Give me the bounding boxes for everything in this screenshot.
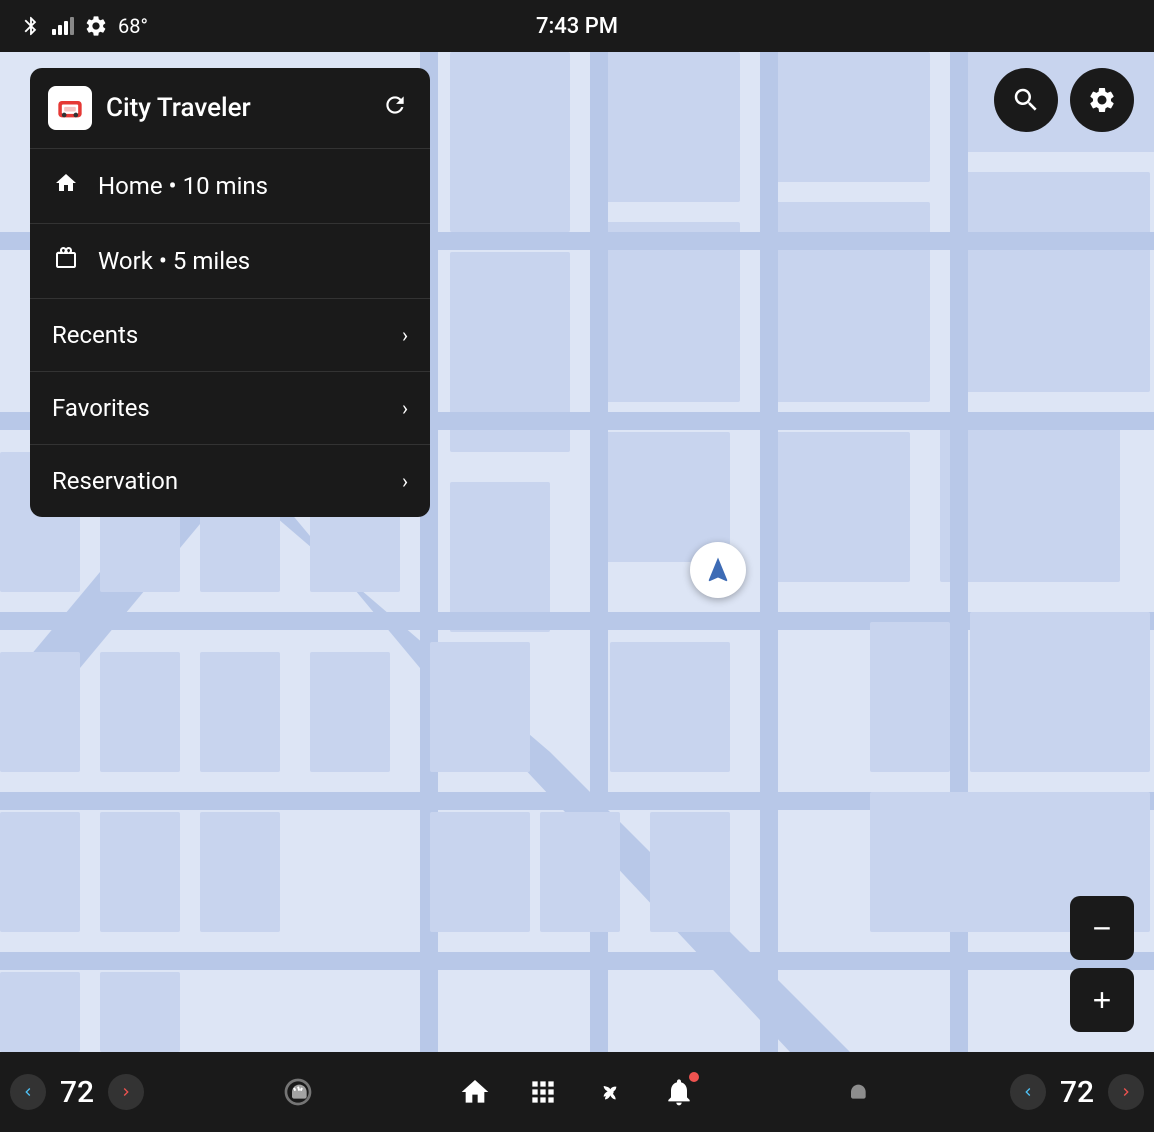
nav-panel: City Traveler Home • 10 mins Work • 5 mi… xyxy=(30,68,430,517)
home-icon xyxy=(52,171,80,201)
reservation-item-label: Reservation xyxy=(52,467,384,495)
nav-item-home[interactable]: Home • 10 mins xyxy=(30,149,430,224)
nav-header: City Traveler xyxy=(30,68,430,149)
nav-item-favorites[interactable]: Favorites › xyxy=(30,372,430,445)
signal-icon xyxy=(52,17,74,35)
recents-item-label: Recents xyxy=(52,321,384,349)
status-left-icons: 68° xyxy=(20,14,148,38)
bottom-bar: 72 xyxy=(0,1052,1154,1132)
left-temp-decrease-button[interactable] xyxy=(10,1074,46,1110)
zoom-controls: − + xyxy=(1070,896,1134,1032)
settings-status-icon xyxy=(84,14,108,38)
app-title: City Traveler xyxy=(106,93,364,123)
status-time: 7:43 PM xyxy=(536,14,618,39)
refresh-button[interactable] xyxy=(378,88,412,128)
settings-button[interactable] xyxy=(1070,68,1134,132)
bottom-notification-button[interactable] xyxy=(655,1068,703,1116)
seat-heat-left-icon[interactable] xyxy=(274,1068,322,1116)
search-button[interactable] xyxy=(994,68,1058,132)
recents-chevron: › xyxy=(402,323,408,347)
right-temp-decrease-button[interactable] xyxy=(1010,1074,1046,1110)
map-controls-top xyxy=(994,68,1134,132)
favorites-chevron: › xyxy=(402,396,408,420)
right-temp-value: 72 xyxy=(1052,1075,1102,1110)
left-temp-group: 72 xyxy=(10,1074,144,1110)
zoom-out-button[interactable]: − xyxy=(1070,896,1134,960)
app-icon xyxy=(48,86,92,130)
left-temp-value: 72 xyxy=(52,1075,102,1110)
bottom-fan-button[interactable] xyxy=(587,1068,635,1116)
favorites-item-label: Favorites xyxy=(52,394,384,422)
nav-item-recents[interactable]: Recents › xyxy=(30,299,430,372)
status-bar: 68° 7:43 PM xyxy=(0,0,1154,52)
bottom-center-icons xyxy=(451,1068,703,1116)
reservation-chevron: › xyxy=(402,469,408,493)
notification-badge xyxy=(689,1072,699,1082)
bottom-apps-button[interactable] xyxy=(519,1068,567,1116)
zoom-in-button[interactable]: + xyxy=(1070,968,1134,1032)
right-temp-group: 72 xyxy=(1010,1074,1144,1110)
bottom-home-button[interactable] xyxy=(451,1068,499,1116)
work-item-label: Work • 5 miles xyxy=(98,247,408,275)
nav-item-work[interactable]: Work • 5 miles xyxy=(30,224,430,299)
home-item-label: Home • 10 mins xyxy=(98,172,408,200)
status-temperature: 68° xyxy=(118,14,148,38)
seat-heat-right-icon[interactable] xyxy=(833,1068,881,1116)
right-temp-increase-button[interactable] xyxy=(1108,1074,1144,1110)
work-icon xyxy=(52,246,80,276)
left-temp-increase-button[interactable] xyxy=(108,1074,144,1110)
location-marker xyxy=(690,542,746,598)
bluetooth-icon xyxy=(20,15,42,37)
nav-item-reservation[interactable]: Reservation › xyxy=(30,445,430,517)
